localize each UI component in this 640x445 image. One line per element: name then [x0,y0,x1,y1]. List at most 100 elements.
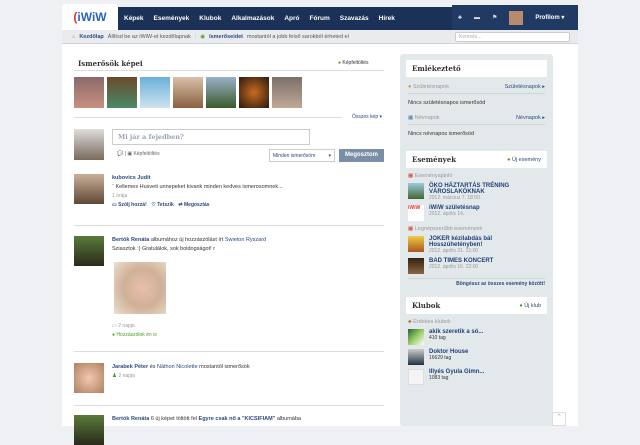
nav-apro[interactable]: Apró [284,15,299,22]
user-nav: ♣ ▬ ⚑ Profilom ▾ [452,5,578,30]
club-members: 1083 tag [429,375,449,381]
user-avatar[interactable] [74,363,104,393]
divider: | [194,33,197,40]
user-link[interactable]: kubovics Judit [112,175,151,181]
feed-item: Jarabek Péter és Náthon Nicolette mostan… [74,363,384,393]
cake-icon: ● [408,84,412,90]
new-club-label: Új klub [524,302,541,309]
reminder-header: Emlékeztető [406,60,547,77]
birthdays-link[interactable]: Születésnapok ▸ [505,84,545,90]
friend-photo[interactable] [107,77,137,108]
photo-upload-label: Képfeltöltés [342,60,369,66]
calendar-icon: ▦ [408,173,414,179]
nav-hirek[interactable]: Hírek [379,15,395,22]
messages-icon[interactable]: ▬ [474,15,480,21]
post-text: Kellemes Husveti unnepeket kivank minden… [115,184,283,190]
interesting-clubs-label: Érdekes klubok [413,319,451,325]
event-title[interactable]: JOKER kézilabdás bál Hosszúhetényben! [429,236,545,248]
friend-photo[interactable] [173,77,203,108]
user-link[interactable]: Bertók Renáta [112,416,149,422]
post-tail-text: albumába [276,416,301,422]
iwiw-logo[interactable]: (iWiW [62,4,118,30]
calendar-icon: ▦ [408,226,414,232]
composer-upload[interactable]: Képfeltöltés [133,151,159,157]
nav-kepek[interactable]: Képek [124,15,144,22]
event-thumb [408,183,424,199]
nav-esemenyek[interactable]: Események [154,15,190,22]
home-text: Állítsd be az iWiW-et kezdőlapnak [107,33,191,40]
clubs-header: Klubok ● Új klub [406,297,547,314]
home-icon: ⌂ [72,33,76,40]
browse-events-link[interactable]: Böngéssz az összes esemény között! [408,278,545,287]
club-item[interactable]: akik szeretik a só... 410 tag [408,329,545,345]
post-action-text: és [149,364,156,370]
new-event-link[interactable]: ● Új esemény [507,157,541,163]
post-tail-text: mostantól ismerősök [199,364,250,370]
user-link[interactable]: Jarabek Péter [112,364,148,370]
event-recommend-section: ▦ Eseményajánló [408,173,545,179]
photo-upload-icon: ▣ [127,151,133,157]
friend-photo[interactable] [206,77,236,108]
feed-item: kubovics Judit " Kellemes Husveti unnepe… [74,174,384,210]
comment-icon[interactable]: 💬 [117,151,123,157]
event-item[interactable]: JOKER kézilabdás bál Hosszúhetényben! 201… [408,236,545,254]
club-thumb [408,349,424,365]
club-thumb [408,329,424,345]
divider [74,405,384,406]
event-item[interactable]: iWiW iWiW születésnap 2012. április 14. [408,205,545,221]
nav-szavazas[interactable]: Szavazás [340,15,369,22]
namedays-link[interactable]: Névnapok ▸ [516,115,545,121]
other-user-link[interactable]: Swieton Ryszard [225,237,266,243]
like-label: Tetszik [157,202,174,208]
feed-item: Bertók Renáta 6 új képet töltött fel Egy… [74,415,384,445]
user-avatar[interactable] [74,174,104,204]
photo-upload-link[interactable]: ● Képfeltöltés [338,60,369,66]
notifications-flag-icon[interactable]: ⚑ [492,14,497,21]
event-item[interactable]: ÖKO HÁZTARTÁS TRÉNING VÁROSLAKÓKNAK 2012.… [408,183,545,201]
event-item[interactable]: BAD TIMES KONCERT 2012. április 16. 22:00 [408,258,545,274]
status-input[interactable]: Mi jár a fejedben? [112,129,310,145]
friend-photo[interactable] [239,77,269,108]
all-photos-link[interactable]: Összes kép ▾ [352,114,382,120]
nav-klubok[interactable]: Klubok [199,15,221,22]
iwiw-event-thumb: iWiW [408,205,424,221]
reminder-title: Emlékeztető [412,64,461,73]
friends-icon[interactable]: ♣ [458,15,462,21]
club-members: 16629 tag [429,355,452,361]
other-user-link[interactable]: Náthon Nicolette [157,364,198,370]
event-title[interactable]: ÖKO HÁZTARTÁS TRÉNING VÁROSLAKÓKNAK [429,183,545,195]
friend-photo[interactable] [272,77,302,108]
nav-forum[interactable]: Fórum [310,15,330,22]
avatar[interactable] [509,10,524,25]
audience-select[interactable]: Minden ismerősöm ▾ [269,149,335,162]
friends-link[interactable]: Ismerőseidet [209,34,243,40]
user-link[interactable]: Bertók Renáta [112,237,149,243]
home-link[interactable]: Kezdőlap [79,34,103,40]
club-item[interactable]: Illyés Gyula Gimn... 1083 tag [408,369,545,385]
birthdays-label: Születésnapok [412,84,449,90]
comment-button[interactable]: ▭ Szólj hozzá! [112,202,147,208]
friend-photo[interactable] [140,77,170,108]
friend-photo[interactable] [74,77,104,108]
add-comment-link[interactable]: ● Hozzászólok én is [112,332,157,338]
plus-icon: ● [338,60,342,66]
clubs-icon: ♣ [408,319,412,325]
interesting-clubs-section: ♣ Érdekes klubok [408,319,545,325]
share-button[interactable]: Megosztom [339,149,384,162]
share-link[interactable]: ⇄ Megosztás [178,202,209,208]
club-item[interactable]: Doktor House 16629 tag [408,349,545,365]
album-link[interactable]: Egyre csak nő a "KICSIFIAM" [199,416,276,422]
popular-events-section: ▦ Legnépszerűbb események [408,226,545,232]
scroll-top-button[interactable]: ⌃ [552,412,566,426]
search-input[interactable]: Keresés... [455,32,570,42]
post-photo[interactable] [114,262,166,314]
nav-alkalmazasok[interactable]: Alkalmazások [231,15,274,22]
user-avatar[interactable] [74,236,104,266]
quote-icon: " [112,184,114,190]
plus-icon: ● [507,156,511,163]
like-button[interactable]: ♡ Tetszik [151,202,173,208]
user-avatar[interactable] [74,415,104,445]
new-club-link[interactable]: ● Új klub [519,303,541,309]
profile-menu[interactable]: Profilom ▾ [535,14,564,21]
post-time: 2 napja [118,373,135,379]
